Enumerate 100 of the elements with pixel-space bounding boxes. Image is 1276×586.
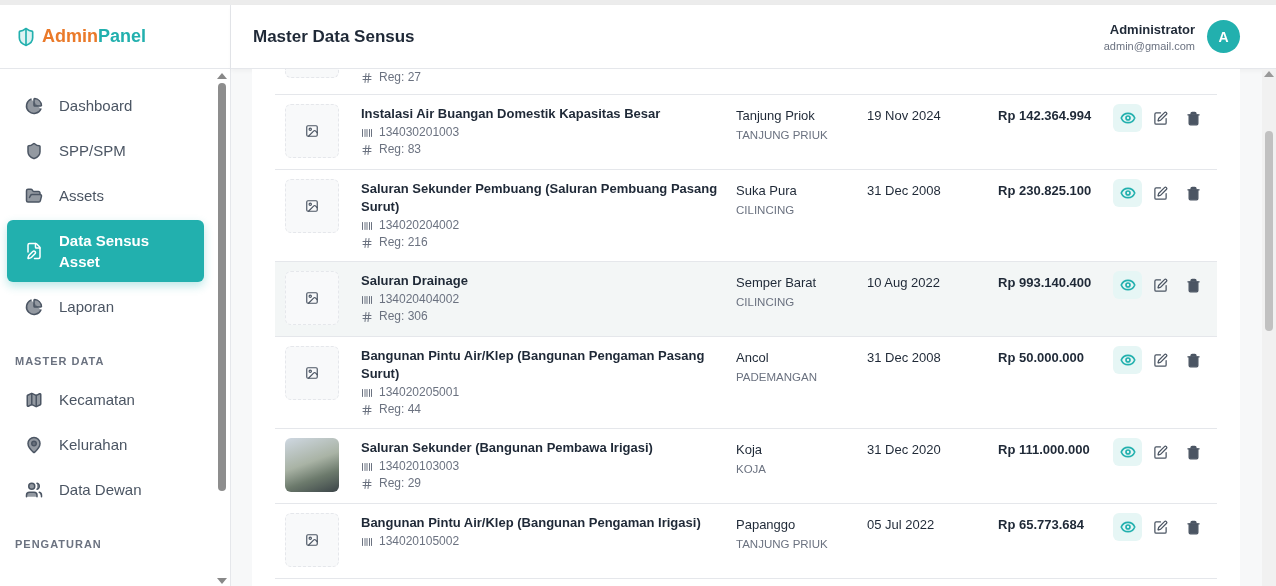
sidebar-item[interactable]: Assets <box>7 173 204 218</box>
reg-number: Reg: 27 <box>379 70 422 85</box>
image-icon <box>305 124 319 138</box>
scroll-up-arrow-icon[interactable] <box>1264 71 1274 77</box>
sidebar-item[interactable]: Kecamatan <box>7 377 204 422</box>
eye-icon <box>1119 352 1136 368</box>
view-button[interactable] <box>1113 271 1142 299</box>
district-name: CILINCING <box>736 204 796 216</box>
view-button[interactable] <box>1113 513 1142 541</box>
image-icon <box>305 366 319 380</box>
trash-icon <box>1186 519 1201 535</box>
brand-logo: AdminPanel <box>42 26 147 47</box>
eye-icon <box>1119 519 1136 535</box>
location-name: Papanggo <box>736 516 797 534</box>
reg-number: Reg: 29 <box>379 476 422 491</box>
trash-icon <box>1186 444 1201 460</box>
page-title: Master Data Sensus <box>253 26 415 47</box>
sidebar-item[interactable]: Laporan <box>7 284 204 329</box>
user-name: Administrator <box>1109 21 1195 37</box>
asset-code: 134020205001 <box>379 385 460 400</box>
trash-icon <box>1186 277 1201 293</box>
page-scrollbar[interactable] <box>1262 69 1276 586</box>
sidebar-item[interactable]: Data Dewan <box>7 467 204 512</box>
edit-icon <box>1153 519 1168 535</box>
asset-title: Saluran Sekunder (Bangunan Pembawa Irigasi) <box>361 439 654 457</box>
barcode-icon <box>361 535 373 548</box>
eye-icon <box>1119 110 1136 126</box>
hash-icon <box>361 403 373 416</box>
sidebar-item[interactable]: SPP/SPM <box>7 128 204 173</box>
hash-icon <box>361 143 373 156</box>
eye-icon <box>1119 277 1136 293</box>
date-text: 31 Dec 2008 <box>867 349 942 367</box>
price-text: Rp 993.140.400 <box>998 274 1093 292</box>
price-text: Rp 65.773.684 <box>998 516 1085 534</box>
location-name: Suka Pura <box>736 182 798 200</box>
edit-icon <box>1153 185 1168 201</box>
barcode-icon <box>361 293 373 306</box>
district-name: PADEMANGAN <box>736 371 818 383</box>
trash-icon <box>1186 352 1201 368</box>
hash-icon <box>361 310 373 323</box>
image-icon <box>305 291 319 305</box>
price-text: Rp 230.825.100 <box>998 182 1093 200</box>
date-text: 10 Aug 2022 <box>867 274 942 292</box>
trash-icon <box>1186 110 1201 126</box>
district-name: TANJUNG PRIUK <box>736 129 829 141</box>
shield-logo-icon <box>16 26 36 47</box>
barcode-icon <box>361 386 373 399</box>
asset-code: 134020204002 <box>379 218 460 233</box>
district-name: CILINCING <box>736 296 796 308</box>
edit-icon <box>1153 277 1168 293</box>
section-heading: PENGATURAN <box>14 537 103 552</box>
location-name: Tanjung Priok <box>736 107 816 125</box>
reg-number: Reg: 216 <box>379 235 428 250</box>
asset-title: Instalasi Air Buangan Domestik Kapasitas Besar <box>361 105 662 123</box>
date-text: 05 Jul 2022 <box>867 516 936 534</box>
nav-icon <box>25 435 43 454</box>
nav-icon <box>25 141 43 160</box>
eye-icon <box>1119 444 1136 460</box>
price-text: Rp 142.364.994 <box>998 107 1093 125</box>
date-text: 31 Dec 2020 <box>867 441 942 459</box>
hash-icon <box>361 71 373 84</box>
asset-title: Saluran Drainage <box>361 272 469 290</box>
nav-icon <box>25 186 43 205</box>
asset-title: Bangunan Pintu Air/Klep (Bangunan Pengaman Irigasi) <box>361 514 702 532</box>
eye-icon <box>1119 185 1136 201</box>
reg-number: Reg: 306 <box>379 309 428 324</box>
edit-icon <box>1153 352 1168 368</box>
photo-placeholder <box>285 438 339 492</box>
barcode-icon <box>361 126 373 139</box>
nav-icon <box>25 297 43 316</box>
view-button[interactable] <box>1113 179 1142 207</box>
image-icon <box>305 533 319 547</box>
price-text: Rp 111.000.000 <box>998 441 1091 459</box>
date-text: 19 Nov 2024 <box>867 107 942 125</box>
district-name: TANJUNG PRIUK <box>736 538 829 550</box>
scroll-down-arrow-icon[interactable] <box>217 578 227 584</box>
reg-number: Reg: 83 <box>379 142 422 157</box>
location-name: Ancol <box>736 349 770 367</box>
scroll-up-arrow-icon[interactable] <box>217 73 227 79</box>
asset-code: 134020404002 <box>379 292 460 307</box>
edit-icon <box>1153 110 1168 126</box>
asset-code: 134020103003 <box>379 459 460 474</box>
asset-code: 134030201003 <box>379 125 460 140</box>
image-icon <box>305 199 319 213</box>
asset-title: Bangunan Pintu Air/Klep (Bangunan Pengaman Pasang Surut) <box>361 347 706 383</box>
asset-code: 134020105002 <box>379 534 460 549</box>
view-button[interactable] <box>1113 346 1142 374</box>
asset-title: Saluran Sekunder Pembuang (Saluran Pembuang Pasang Surut) <box>361 180 719 216</box>
hash-icon <box>361 236 373 249</box>
edit-icon <box>1153 444 1168 460</box>
sidebar-item[interactable]: Kelurahan <box>7 422 204 467</box>
section-heading: MASTER DATA <box>14 354 106 369</box>
scrollbar-thumb[interactable] <box>1265 131 1273 331</box>
view-button[interactable] <box>1113 104 1142 132</box>
barcode-icon <box>361 219 373 232</box>
view-button[interactable] <box>1113 438 1142 466</box>
location-name: Koja <box>736 441 764 459</box>
price-text: Rp 50.000.000 <box>998 349 1085 367</box>
sidebar-item[interactable]: Dashboard <box>7 83 204 128</box>
hash-icon <box>361 477 373 490</box>
